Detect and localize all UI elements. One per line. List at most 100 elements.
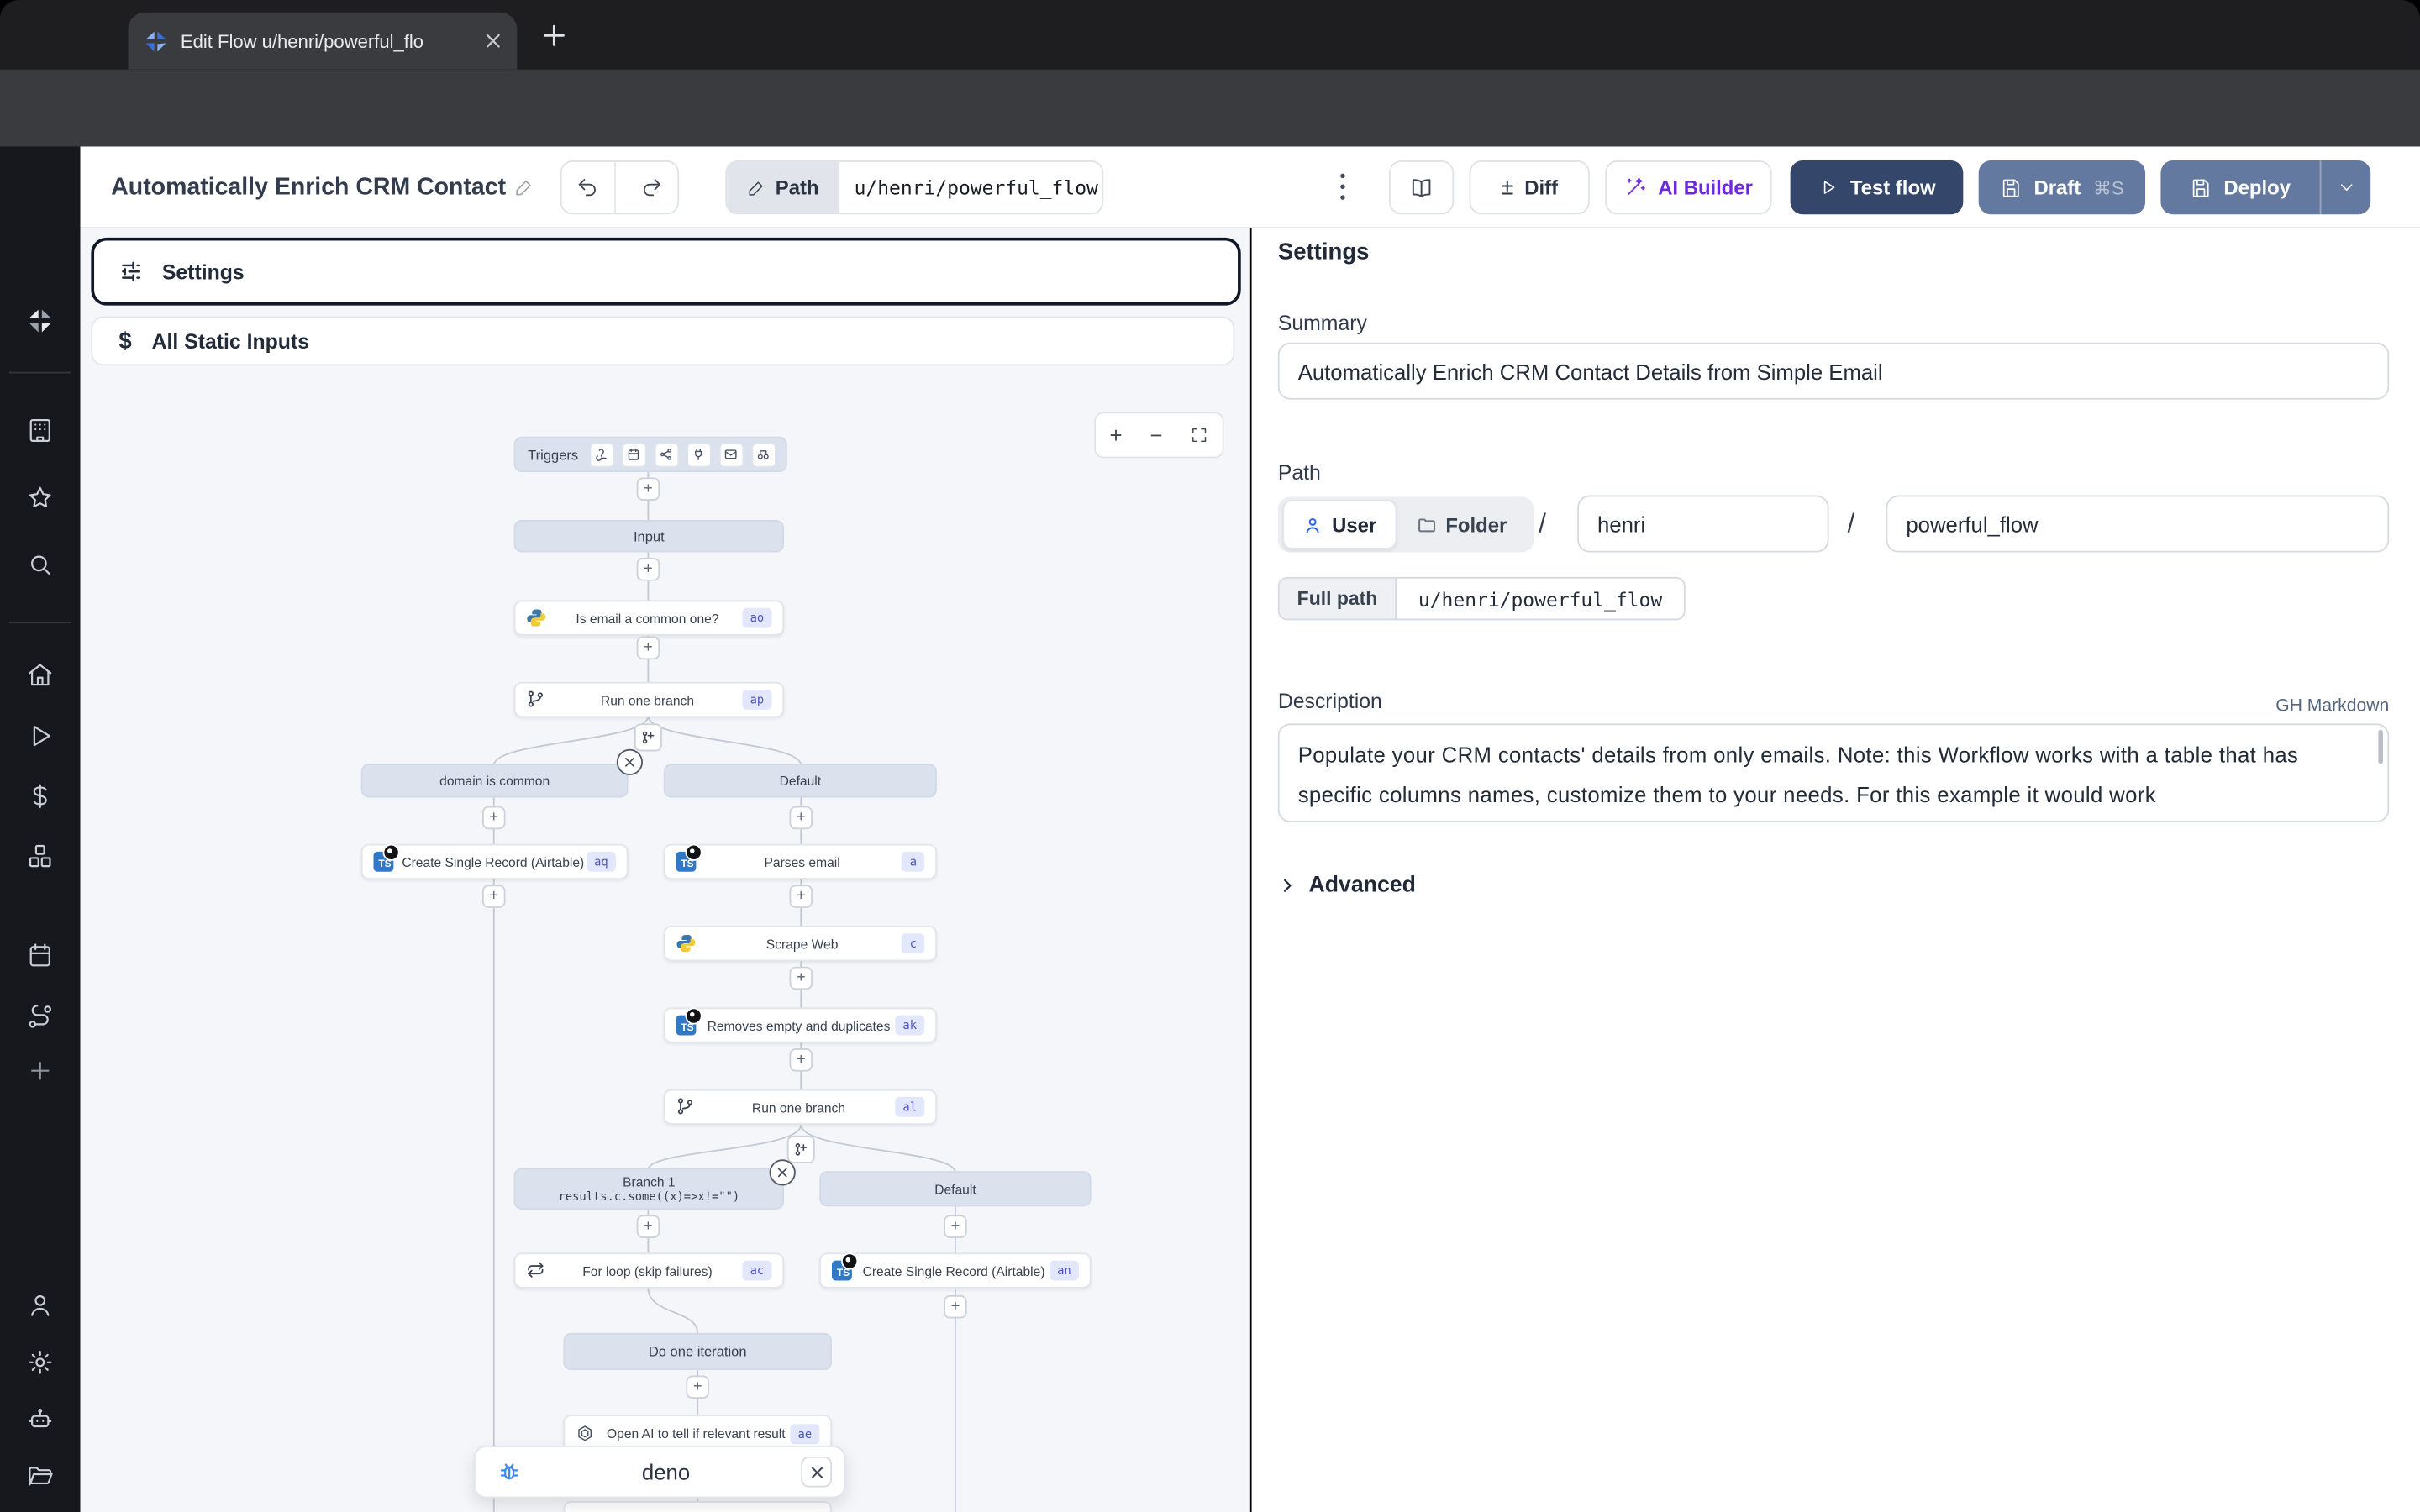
flow-node-create-record-airtable-1[interactable]: TS Create Single Record (Airtable) aq xyxy=(361,844,629,879)
sidebar-item-runs-play-icon[interactable] xyxy=(26,722,54,750)
flow-node-input[interactable]: Input xyxy=(514,520,784,553)
sidebar-item-favorites-star-icon[interactable] xyxy=(26,485,54,512)
settings-card-selected[interactable]: Settings xyxy=(91,238,1240,306)
insert-step-button[interactable]: + xyxy=(944,1295,967,1319)
draft-button[interactable]: Draft ⌘S xyxy=(1979,160,2145,214)
insert-step-button[interactable]: + xyxy=(789,885,813,908)
flow-node-partial[interactable] xyxy=(563,1501,832,1512)
path-label: Path xyxy=(1278,461,1321,485)
insert-step-button[interactable]: + xyxy=(482,806,506,830)
tab-close-icon[interactable] xyxy=(485,33,502,50)
description-scrollbar[interactable] xyxy=(2378,730,2383,764)
flow-node-branch-domain-common[interactable]: domain is common xyxy=(361,764,629,797)
flow-node-branch-default-2[interactable]: Default xyxy=(819,1171,1091,1206)
branch-icon xyxy=(676,1097,696,1117)
flow-node-branch-1[interactable]: Branch 1 results.c.some((x)=>x!="") xyxy=(514,1168,784,1210)
deno-icon xyxy=(841,1252,858,1269)
more-options-kebab-icon[interactable] xyxy=(1332,170,1354,203)
deno-language-popup[interactable]: deno xyxy=(474,1446,846,1498)
flow-node-do-one-iteration[interactable]: Do one iteration xyxy=(563,1333,832,1370)
diff-button[interactable]: ± Diff xyxy=(1470,160,1590,214)
test-flow-button[interactable]: Test flow xyxy=(1791,160,1964,214)
remove-branch-button[interactable] xyxy=(770,1159,796,1185)
sidebar-item-users-person-icon[interactable] xyxy=(26,1291,54,1319)
kafka-trigger-icon[interactable] xyxy=(687,442,711,466)
save-icon xyxy=(2000,176,2022,198)
edit-title-pencil-icon[interactable] xyxy=(513,177,534,197)
flow-node-run-one-branch-1[interactable]: Run one branch ap xyxy=(514,682,784,717)
sidebar-item-resources-boxes-icon[interactable] xyxy=(26,843,54,870)
sidebar-item-variables-dollar-icon[interactable] xyxy=(26,782,54,810)
sidebar-item-search-icon[interactable] xyxy=(26,551,54,579)
save-icon xyxy=(2190,176,2212,198)
book-open-icon xyxy=(1409,175,1434,199)
flow-path-chip[interactable]: Path u/henri/powerful_flow xyxy=(725,160,1103,214)
flow-node-branch-default-1[interactable]: Default xyxy=(664,764,937,797)
sidebar-item-home-icon[interactable] xyxy=(26,660,54,688)
flow-node-create-record-airtable-2[interactable]: TS Create Single Record (Airtable) an xyxy=(819,1252,1091,1288)
path-name-input[interactable]: powerful_flow xyxy=(1886,496,2389,553)
email-trigger-icon[interactable] xyxy=(718,442,743,466)
owner-kind-folder-button[interactable]: Folder xyxy=(1397,501,1526,548)
schedule-trigger-icon[interactable] xyxy=(622,442,646,466)
full-path-value: u/henri/powerful_flow xyxy=(1395,577,1685,620)
ai-builder-button[interactable]: AI Builder xyxy=(1605,160,1771,214)
typescript-icon: TS xyxy=(676,1016,696,1036)
webhook-trigger-icon[interactable] xyxy=(589,442,613,466)
insert-step-button[interactable]: + xyxy=(637,477,660,501)
redo-button[interactable] xyxy=(626,162,678,213)
sidebar-rail xyxy=(0,146,81,1512)
sidebar-item-folders-icon[interactable] xyxy=(26,1462,54,1490)
windmill-logo-icon[interactable] xyxy=(26,307,54,335)
typescript-icon: TS xyxy=(373,852,393,872)
undo-button[interactable] xyxy=(562,162,615,213)
poll-trigger-icon[interactable] xyxy=(751,442,776,466)
all-static-inputs-card[interactable]: $ All Static Inputs xyxy=(91,317,1234,366)
flow-node-triggers[interactable]: Triggers xyxy=(514,437,787,472)
zoom-out-button[interactable]: − xyxy=(1150,423,1162,447)
flow-node-is-email-common[interactable]: Is email a common one? ao xyxy=(514,600,784,635)
flow-node-removes-empty-duplicates[interactable]: TS Removes empty and duplicates ak xyxy=(664,1007,937,1042)
insert-step-button[interactable]: + xyxy=(686,1375,709,1399)
remove-branch-button[interactable] xyxy=(617,749,643,775)
browser-tab[interactable]: Edit Flow u/henri/powerful_flo xyxy=(128,13,517,70)
branch-icon xyxy=(526,690,546,710)
route-trigger-icon[interactable] xyxy=(654,442,678,466)
owner-kind-user-button[interactable]: User xyxy=(1282,500,1397,549)
insert-step-button[interactable]: + xyxy=(944,1215,967,1238)
flow-node-scrape-web[interactable]: Scrape Web c xyxy=(664,926,937,961)
zoom-in-button[interactable]: + xyxy=(1109,423,1122,447)
sidebar-item-triggers-route-icon[interactable] xyxy=(26,1003,54,1031)
windmill-favicon-icon xyxy=(144,29,168,53)
sidebar-item-schedules-calendar-icon[interactable] xyxy=(26,941,54,969)
flow-title[interactable]: Automatically Enrich CRM Contact xyxy=(111,160,534,214)
sidebar-item-add-plus-icon[interactable] xyxy=(26,1057,54,1084)
popup-close-button[interactable] xyxy=(801,1457,832,1488)
insert-step-button[interactable]: + xyxy=(789,806,813,830)
owner-kind-toggle: User Folder xyxy=(1278,496,1534,552)
add-branch-button[interactable] xyxy=(787,1136,815,1163)
flow-node-parses-email[interactable]: TS Parses email a xyxy=(664,844,937,879)
insert-step-button[interactable]: + xyxy=(789,1048,813,1072)
insert-step-button[interactable]: + xyxy=(789,967,813,990)
documentation-book-button[interactable] xyxy=(1389,160,1454,214)
insert-step-button[interactable]: + xyxy=(482,885,506,908)
description-textarea[interactable]: Populate your CRM contacts' details from… xyxy=(1278,723,2389,822)
advanced-section-toggle[interactable]: Advanced xyxy=(1278,874,1416,898)
sidebar-item-apps[interactable] xyxy=(26,417,54,444)
insert-step-button[interactable]: + xyxy=(637,558,660,581)
flow-node-for-loop[interactable]: For loop (skip failures) ac xyxy=(514,1252,784,1288)
deploy-button[interactable]: Deploy xyxy=(2160,160,2370,214)
summary-input[interactable]: Automatically Enrich CRM Contact Details… xyxy=(1278,343,2389,400)
fit-view-button[interactable] xyxy=(1190,426,1208,444)
sidebar-item-settings-gear-icon[interactable] xyxy=(26,1348,54,1376)
insert-step-button[interactable]: + xyxy=(637,1215,660,1238)
deploy-dropdown-chevron-icon[interactable] xyxy=(2321,177,2370,197)
insert-step-button[interactable]: + xyxy=(637,637,660,660)
path-owner-input[interactable]: henri xyxy=(1577,496,1828,553)
sidebar-item-workers-robot-icon[interactable] xyxy=(26,1405,54,1433)
add-branch-button[interactable] xyxy=(634,723,662,751)
chevron-right-icon xyxy=(1278,876,1297,895)
new-tab-button[interactable] xyxy=(540,22,568,50)
flow-node-run-one-branch-2[interactable]: Run one branch al xyxy=(664,1089,937,1125)
